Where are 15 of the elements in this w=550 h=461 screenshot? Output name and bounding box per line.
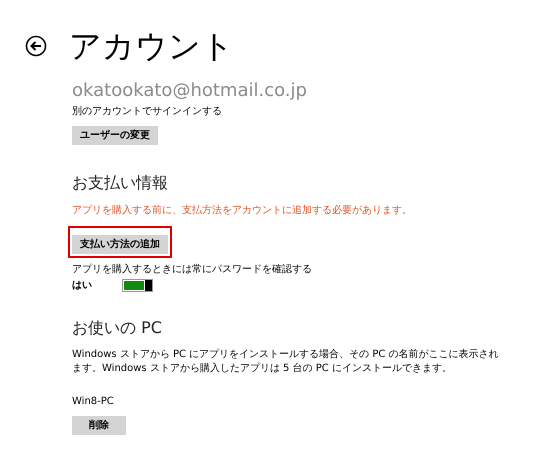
description-text: Windows ストアから PC にアプリをインストールする場合、その PC の名前がここに表示されます。Windows ストアから購入したアプリは 5 台の PC にインストールできます。 [72,348,500,376]
section-heading: お使いの PC [72,318,162,338]
password-setting-label: アプリを購入するときには常にパスワードを確認する [72,264,312,276]
change-user-button[interactable]: ユーザーの変更 [72,126,158,145]
account-email: okatookato@hotmail.co.jp [72,80,307,102]
toggle-label: はい [72,280,92,292]
add-payment-button[interactable]: 支払い方法の追加 [72,235,168,254]
toggle-switch[interactable] [122,279,153,292]
back-icon[interactable] [25,35,47,57]
warning-text: アプリを購入する前に、支払方法をアカウントに追加する必要があります。 [72,205,412,217]
remove-button[interactable]: 削除 [72,416,126,435]
pc-name: Win8-PC [72,396,114,408]
section-heading: お支払い情報 [72,173,168,193]
page-title: アカウント [69,26,234,66]
sign-in-hint: 別のアカウントでサインインする [72,106,222,118]
